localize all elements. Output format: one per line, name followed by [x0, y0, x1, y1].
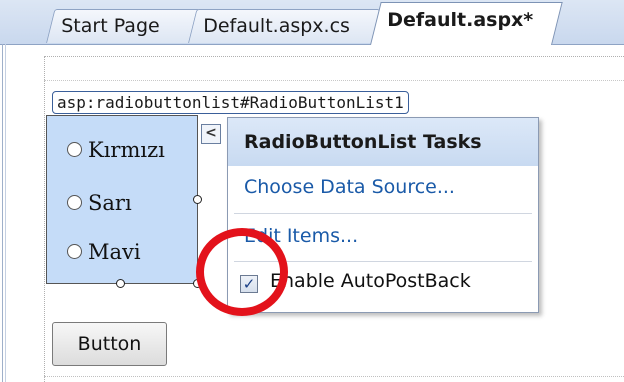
design-row-guide: [44, 80, 624, 81]
document-tab-strip: Start Page Default.aspx.cs Default.aspx*: [0, 0, 624, 45]
radio-button-icon[interactable]: [67, 195, 82, 210]
autopostback-label[interactable]: Enable AutoPostBack: [270, 270, 471, 292]
tab-label: Default.aspx*: [387, 9, 534, 31]
radio-button-icon[interactable]: [67, 142, 82, 157]
smart-tag-title: RadioButtonList Tasks: [228, 118, 538, 166]
smart-tag-chevron-icon[interactable]: <: [201, 124, 221, 144]
radio-item[interactable]: Kırmızı: [67, 138, 165, 162]
tab-label: Start Page: [61, 15, 160, 37]
radio-item-label: Sarı: [88, 191, 132, 215]
highlight-circle-annotation: [196, 228, 288, 316]
choose-data-source-link[interactable]: Choose Data Source...: [244, 176, 455, 198]
radio-button-icon[interactable]: [67, 244, 82, 259]
editor-margin-line: [5, 44, 6, 382]
radio-item[interactable]: Sarı: [67, 191, 132, 215]
resize-handle[interactable]: [193, 195, 202, 204]
design-row-guide: [44, 376, 624, 377]
editor-margin-line: [2, 44, 3, 382]
design-surface-border: [44, 56, 45, 382]
divider: [234, 213, 532, 214]
resize-handle[interactable]: [116, 279, 125, 288]
radio-item[interactable]: Mavi: [67, 240, 141, 264]
tab-default-aspx[interactable]: Default.aspx*: [370, 2, 563, 45]
design-surface-border: [44, 56, 624, 57]
button-control[interactable]: Button: [52, 322, 167, 366]
radio-item-label: Mavi: [88, 240, 141, 264]
tab-default-aspx-cs[interactable]: Default.aspx.cs: [188, 9, 381, 43]
control-tag-label: asp:radiobuttonlist#RadioButtonList1: [52, 91, 409, 114]
radio-item-label: Kırmızı: [88, 138, 165, 162]
radiobuttonlist-control[interactable]: Kırmızı Sarı Mavi: [46, 115, 198, 284]
tab-start-page[interactable]: Start Page: [46, 9, 201, 43]
tab-label: Default.aspx.cs: [203, 15, 350, 37]
